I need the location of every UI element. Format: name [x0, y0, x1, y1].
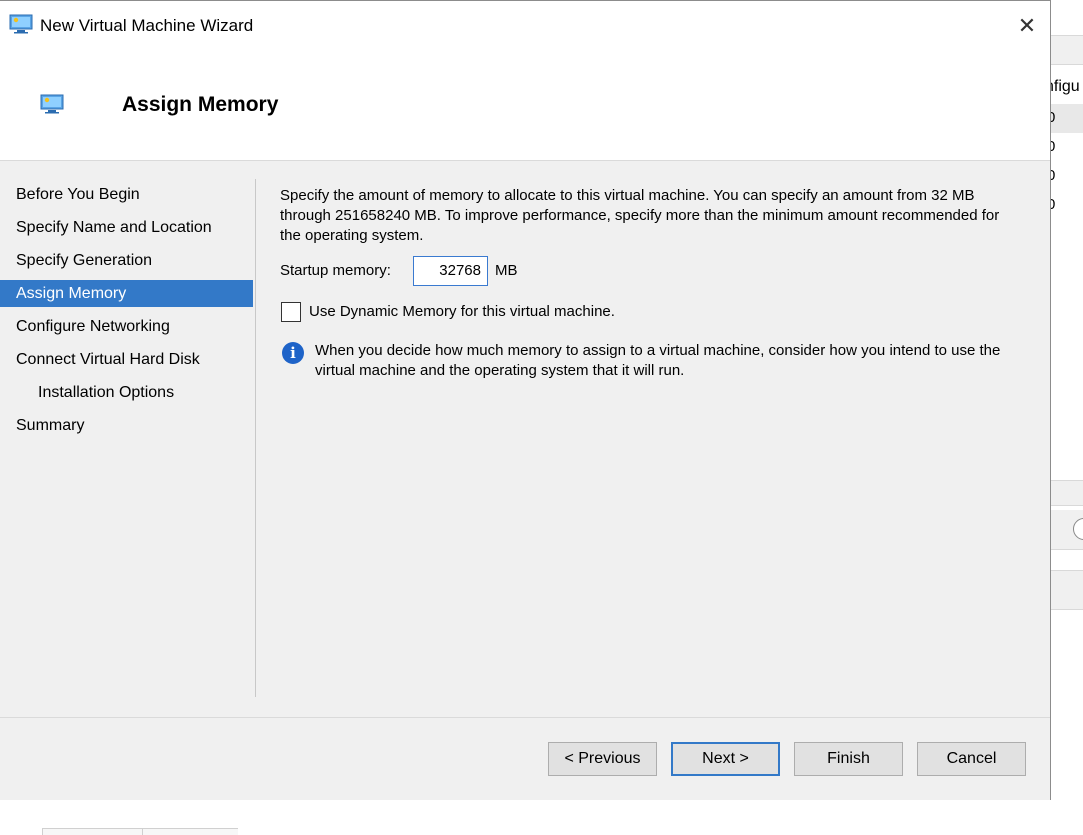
background-row[interactable]: 0: [1051, 133, 1083, 162]
wizard-dialog: New Virtual Machine Wizard ✕ Assign Memo…: [0, 0, 1051, 800]
startup-memory-unit: MB: [495, 262, 518, 279]
footer-divider: [0, 717, 1050, 718]
window-title: New Virtual Machine Wizard: [40, 16, 254, 35]
previous-button[interactable]: < Previous: [548, 742, 657, 776]
nav-item-specify-name-and-location[interactable]: Specify Name and Location: [0, 211, 253, 244]
finish-button[interactable]: Finish: [794, 742, 903, 776]
info-text: When you decide how much memory to assig…: [315, 342, 1001, 379]
startup-memory-label: Startup memory:: [280, 262, 391, 279]
nav-item-summary[interactable]: Summary: [0, 409, 253, 442]
nav-item-installation-options[interactable]: Installation Options: [0, 376, 253, 409]
background-panel-bar: [1051, 570, 1083, 610]
nav-item-specify-generation[interactable]: Specify Generation: [0, 244, 253, 277]
info-icon: i: [282, 342, 304, 364]
background-panel-header: [1051, 480, 1083, 506]
nav-item-assign-memory[interactable]: Assign Memory: [0, 280, 253, 307]
page-header: Assign Memory: [0, 51, 1050, 161]
dynamic-memory-label[interactable]: Use Dynamic Memory for this virtual mach…: [309, 303, 615, 320]
close-icon[interactable]: ✕: [1005, 9, 1049, 43]
startup-memory-row: Startup memory: 32768 MB: [280, 256, 780, 288]
dynamic-memory-checkbox[interactable]: [281, 302, 301, 322]
nav-item-connect-virtual-hard-disk[interactable]: Connect Virtual Hard Disk: [0, 343, 253, 376]
content-panel: Specify the amount of memory to allocate…: [280, 186, 1020, 379]
wizard-steps-nav: Before You Begin Specify Name and Locati…: [0, 178, 253, 442]
title-bar: New Virtual Machine Wizard ✕: [0, 1, 1050, 51]
nav-item-configure-networking[interactable]: Configure Networking: [0, 310, 253, 343]
nav-divider: [255, 179, 256, 697]
background-tab: [142, 828, 238, 835]
page-title: Assign Memory: [122, 93, 279, 116]
background-taskbar-strip: [0, 800, 1083, 835]
background-window: nfigu 0 0 0 0: [1051, 0, 1083, 835]
dynamic-memory-option[interactable]: Use Dynamic Memory for this virtual mach…: [280, 302, 780, 326]
virtual-machine-icon: [40, 94, 64, 114]
background-row[interactable]: 0: [1051, 191, 1083, 220]
background-tab: [42, 828, 142, 835]
background-expand-icon[interactable]: [1073, 518, 1083, 540]
virtual-machine-icon: [9, 14, 33, 34]
memory-description: Specify the amount of memory to allocate…: [280, 187, 1000, 244]
background-toolbar: [1051, 35, 1083, 65]
startup-memory-input[interactable]: 32768: [413, 256, 488, 286]
background-column-header: nfigu: [1051, 78, 1080, 95]
background-panel-bar: [1051, 510, 1083, 550]
next-button[interactable]: Next >: [671, 742, 780, 776]
background-row[interactable]: 0: [1051, 104, 1083, 133]
cancel-button[interactable]: Cancel: [917, 742, 1026, 776]
nav-item-before-you-begin[interactable]: Before You Begin: [0, 178, 253, 211]
background-row[interactable]: 0: [1051, 162, 1083, 191]
